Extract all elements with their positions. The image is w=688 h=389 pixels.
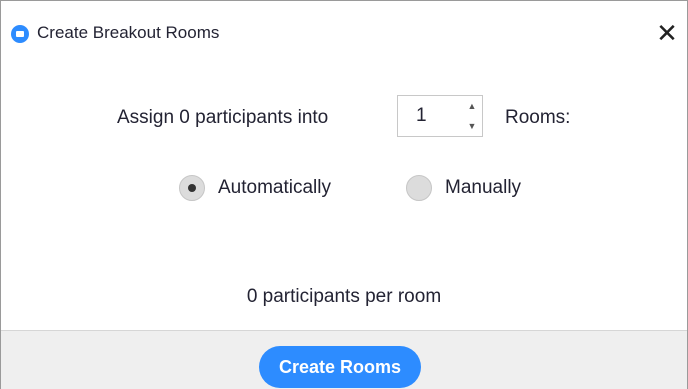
automatically-label[interactable]: Automatically	[218, 176, 331, 200]
rooms-label: Rooms:	[505, 107, 571, 128]
dialog-title: Create Breakout Rooms	[37, 23, 220, 42]
assignment-mode-group: Automatically Manually	[1, 172, 687, 204]
manually-radio[interactable]: Manually	[406, 172, 556, 204]
breakout-rooms-dialog: Create Breakout Rooms ✕ Assign 0 partici…	[0, 0, 688, 389]
room-count-input[interactable]	[398, 96, 458, 136]
dialog-footer: Create Rooms	[1, 330, 687, 389]
close-button[interactable]: ✕	[651, 17, 683, 49]
create-rooms-button[interactable]: Create Rooms	[259, 346, 421, 388]
assign-row: Assign 0 participants into ▲ ▼ Rooms:	[1, 95, 687, 139]
radio-checked-icon[interactable]	[179, 175, 205, 201]
participants-per-room-text: 0 participants per room	[246, 286, 442, 307]
manually-label[interactable]: Manually	[445, 176, 521, 200]
increment-arrow-icon[interactable]: ▲	[462, 96, 482, 116]
assign-participants-label: Assign 0 participants into	[117, 107, 329, 128]
radio-unchecked-icon[interactable]	[406, 175, 432, 201]
automatically-radio[interactable]: Automatically	[179, 172, 369, 204]
title-bar: Create Breakout Rooms ✕	[1, 1, 687, 48]
room-count-stepper[interactable]: ▲ ▼	[397, 95, 483, 137]
decrement-arrow-icon[interactable]: ▼	[462, 116, 482, 136]
zoom-icon	[11, 25, 29, 43]
